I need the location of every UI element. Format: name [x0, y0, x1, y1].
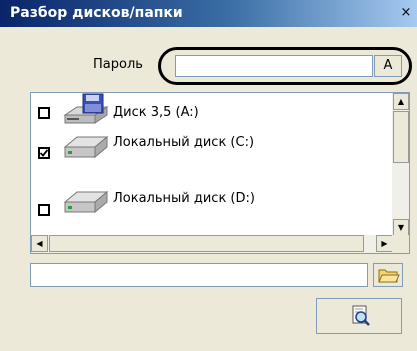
scroll-thumb-horizontal[interactable]	[49, 235, 364, 252]
drive-checkbox-a[interactable]	[38, 107, 50, 119]
list-item[interactable]: Локальный диск (C:)	[31, 131, 371, 165]
search-button[interactable]	[316, 298, 402, 334]
window-title: Разбор дисков/папки	[10, 5, 183, 21]
drive-list[interactable]: Диск 3,5 (A:) Локальный диск (C:) Локаль…	[30, 92, 410, 254]
horizontal-scrollbar[interactable]: ◀ ▶	[31, 235, 393, 253]
floppy-drive-icon	[61, 93, 113, 127]
checkmark-icon	[39, 149, 49, 157]
scroll-thumb[interactable]	[393, 111, 409, 163]
path-input[interactable]	[30, 263, 368, 287]
hard-drive-icon	[61, 184, 113, 218]
password-label: Пароль	[93, 57, 143, 72]
drive-checkbox-d[interactable]	[38, 204, 50, 216]
folder-icon	[378, 269, 400, 283]
title-bar: Разбор дисков/папки ×	[0, 0, 417, 27]
browse-folder-button[interactable]	[373, 263, 403, 287]
scroll-up-button[interactable]: ▲	[393, 93, 409, 110]
drive-label: Локальный диск (C:)	[113, 135, 255, 150]
scroll-down-button[interactable]: ▼	[393, 219, 409, 236]
hard-drive-icon	[61, 129, 113, 163]
drive-label: Диск 3,5 (A:)	[113, 105, 199, 120]
scroll-left-button[interactable]: ◀	[31, 235, 48, 252]
scroll-right-button[interactable]: ▶	[376, 235, 393, 252]
keyboard-button[interactable]: A	[374, 55, 402, 77]
magnifier-icon	[352, 305, 370, 326]
drive-checkbox-c[interactable]	[38, 147, 50, 159]
list-item[interactable]: Диск 3,5 (A:)	[31, 93, 371, 127]
scrollbar-corner	[392, 235, 409, 253]
drive-label: Локальный диск (D:)	[113, 191, 255, 206]
list-item[interactable]: Локальный диск (D:)	[31, 185, 371, 219]
vertical-scrollbar[interactable]: ▲ ▼	[392, 93, 409, 236]
close-button[interactable]: ×	[398, 5, 414, 21]
password-field[interactable]	[175, 55, 373, 77]
